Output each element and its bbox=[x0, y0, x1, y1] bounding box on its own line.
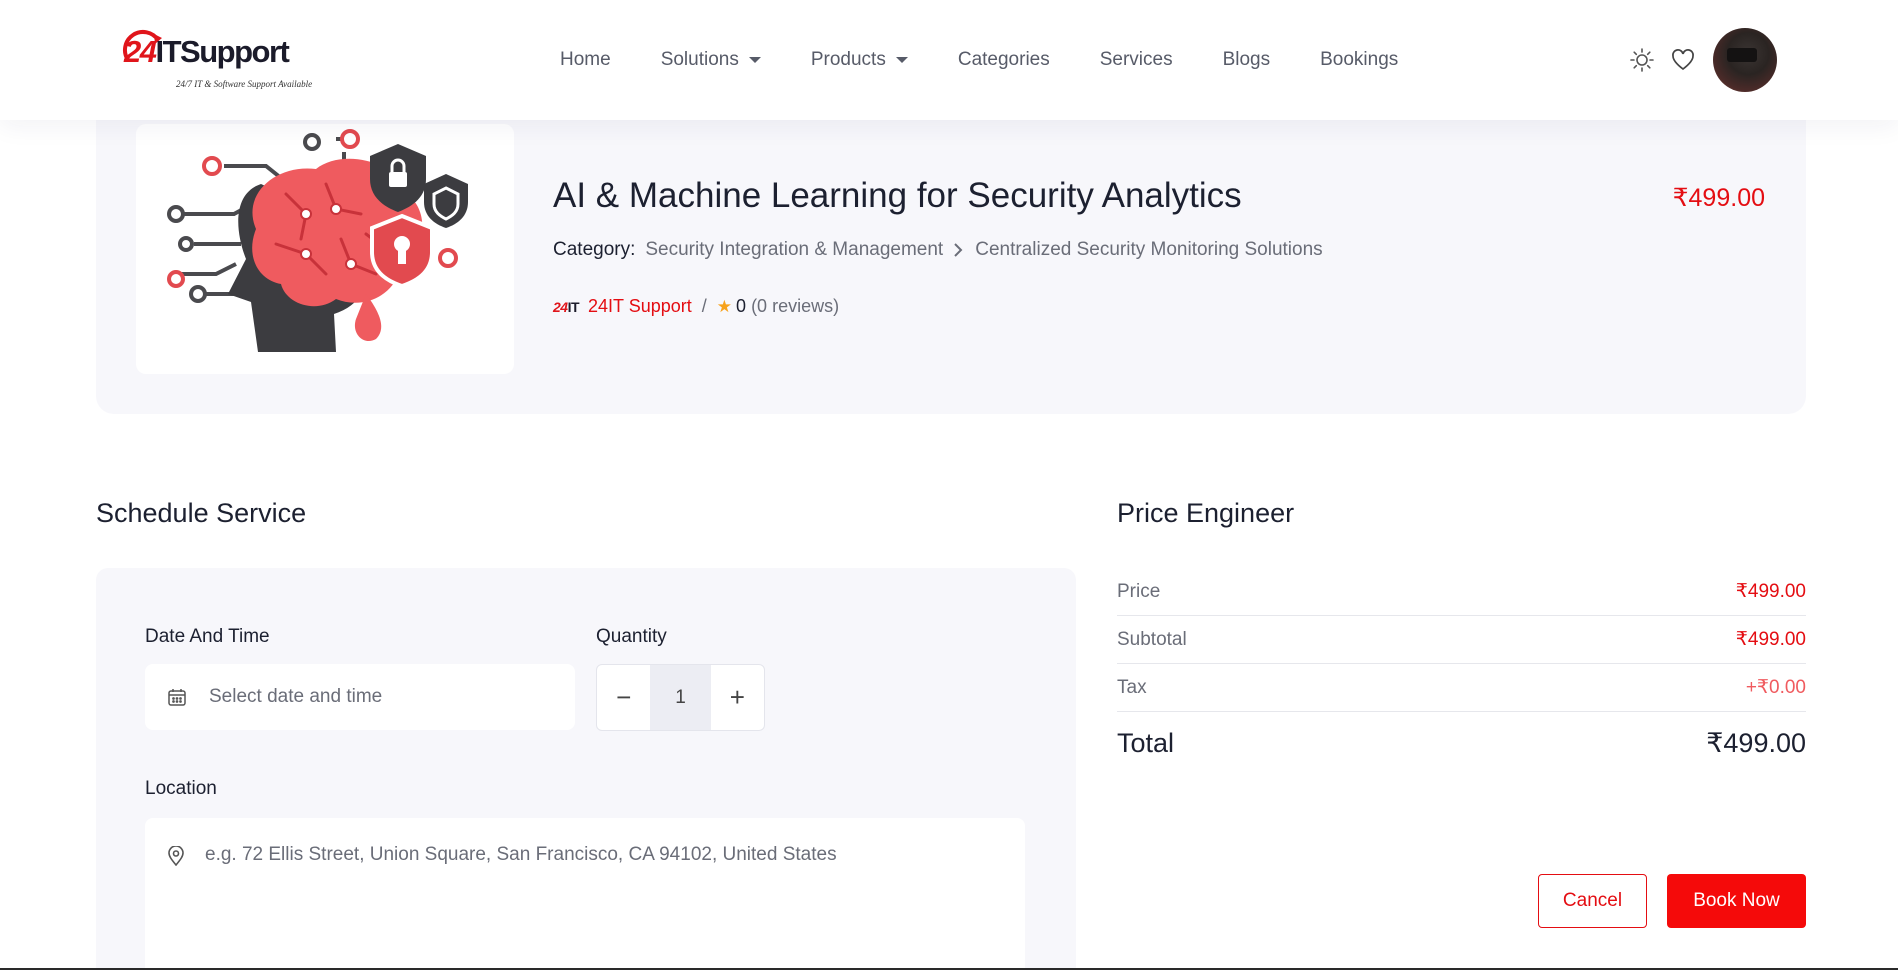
vendor-rating-row: 24IT 24IT Support / ★ 0 (0 reviews) bbox=[553, 296, 839, 317]
price-value: ₹499.00 bbox=[1735, 581, 1806, 602]
category-link[interactable]: Security Integration & Management bbox=[645, 239, 943, 261]
tax-label: Tax bbox=[1117, 676, 1147, 698]
date-label: Date And Time bbox=[145, 626, 270, 647]
logo-number: 24 bbox=[124, 34, 157, 69]
wishlist-button[interactable] bbox=[1669, 46, 1697, 74]
location-input[interactable]: e.g. 72 Ellis Street, Union Square, San … bbox=[145, 818, 1025, 970]
quantity-value[interactable]: 1 bbox=[650, 665, 711, 730]
plus-icon: + bbox=[729, 682, 745, 712]
heart-icon bbox=[1672, 49, 1694, 71]
total-value: ₹499.00 bbox=[1706, 728, 1806, 758]
subtotal-label: Subtotal bbox=[1117, 628, 1187, 650]
nav-label: Bookings bbox=[1320, 49, 1399, 70]
caret-down-icon bbox=[748, 57, 761, 63]
quantity-label: Quantity bbox=[596, 626, 667, 647]
reviews-count[interactable]: (0 reviews) bbox=[751, 296, 839, 317]
nav-label: Categories bbox=[957, 49, 1050, 70]
minus-icon: − bbox=[616, 682, 632, 712]
ai-brain-security-illustration bbox=[167, 129, 468, 352]
category-label: Category: bbox=[553, 239, 636, 260]
date-time-input[interactable]: Select date and time bbox=[145, 664, 575, 730]
price-label: Price bbox=[1117, 580, 1161, 602]
calendar-icon bbox=[168, 689, 186, 706]
user-avatar[interactable] bbox=[1713, 28, 1777, 92]
nav-services[interactable]: Services bbox=[1100, 49, 1173, 71]
price-title: Price Engineer bbox=[1117, 498, 1295, 528]
breadcrumb: Category: Security Integration & Managem… bbox=[553, 239, 1323, 261]
nav-label: Services bbox=[1099, 49, 1173, 70]
schedule-title: Schedule Service bbox=[96, 498, 307, 528]
nav-categories[interactable]: Categories bbox=[958, 49, 1050, 71]
separator: / bbox=[701, 296, 707, 316]
logo-tagline: 24/7 IT & Software Support Available bbox=[176, 79, 313, 89]
product-title: AI & Machine Learning for Security Analy… bbox=[553, 176, 1242, 215]
site-logo[interactable]: 24ITSupport 24/7 IT & Software Support A… bbox=[122, 28, 324, 92]
nav-label: Home bbox=[560, 49, 611, 70]
nav-bookings[interactable]: Bookings bbox=[1320, 49, 1398, 71]
vendor-logo-text: IT bbox=[567, 298, 580, 315]
theme-toggle-button[interactable] bbox=[1628, 46, 1656, 74]
subtotal-row: Subtotal ₹499.00 bbox=[1117, 616, 1806, 664]
decrement-button[interactable]: − bbox=[597, 665, 650, 730]
total-label: Total bbox=[1117, 728, 1175, 758]
vendor-logo-num: 24 bbox=[553, 298, 568, 315]
tax-row: Tax +₹0.00 bbox=[1117, 664, 1806, 712]
rating-value: 0 bbox=[736, 296, 747, 316]
caret-down-icon bbox=[895, 57, 908, 63]
nav-home[interactable]: Home bbox=[560, 49, 611, 71]
product-price: ₹499.00 bbox=[1672, 184, 1765, 212]
vendor-link[interactable]: 24IT Support bbox=[588, 296, 692, 317]
increment-button[interactable]: + bbox=[711, 665, 764, 730]
price-row: Price ₹499.00 bbox=[1117, 568, 1806, 616]
date-placeholder: Select date and time bbox=[209, 686, 383, 707]
nav-label: Products bbox=[810, 49, 886, 70]
location-label: Location bbox=[145, 778, 217, 799]
vendor-logo: 24IT bbox=[553, 298, 580, 315]
nav-solutions[interactable]: Solutions bbox=[661, 49, 761, 71]
quantity-stepper: − 1 + bbox=[596, 664, 765, 731]
sun-icon bbox=[1630, 48, 1654, 72]
location-pin-icon bbox=[168, 846, 184, 866]
main-nav: Home Solutions Products Categories Servi… bbox=[560, 0, 1448, 120]
tax-value: +₹0.00 bbox=[1745, 677, 1806, 698]
subtotal-value: ₹499.00 bbox=[1735, 629, 1806, 650]
nav-products[interactable]: Products bbox=[811, 49, 908, 71]
logo-text: 24ITSupport bbox=[124, 34, 290, 69]
book-now-button[interactable]: Book Now bbox=[1667, 874, 1806, 928]
location-placeholder: e.g. 72 Ellis Street, Union Square, San … bbox=[205, 844, 837, 865]
nav-label: Solutions bbox=[660, 49, 739, 70]
chevron-right-icon bbox=[954, 243, 963, 257]
nav-blogs[interactable]: Blogs bbox=[1223, 49, 1271, 71]
total-row: Total ₹499.00 bbox=[1117, 728, 1806, 759]
star-icon: ★ bbox=[716, 296, 733, 316]
product-image bbox=[136, 124, 514, 374]
top-header: 24ITSupport 24/7 IT & Software Support A… bbox=[0, 0, 1898, 120]
cancel-button[interactable]: Cancel bbox=[1538, 874, 1647, 928]
subcategory-link[interactable]: Centralized Security Monitoring Solution… bbox=[975, 239, 1322, 261]
logo-word: ITSupport bbox=[155, 34, 289, 69]
nav-label: Blogs bbox=[1222, 49, 1271, 70]
